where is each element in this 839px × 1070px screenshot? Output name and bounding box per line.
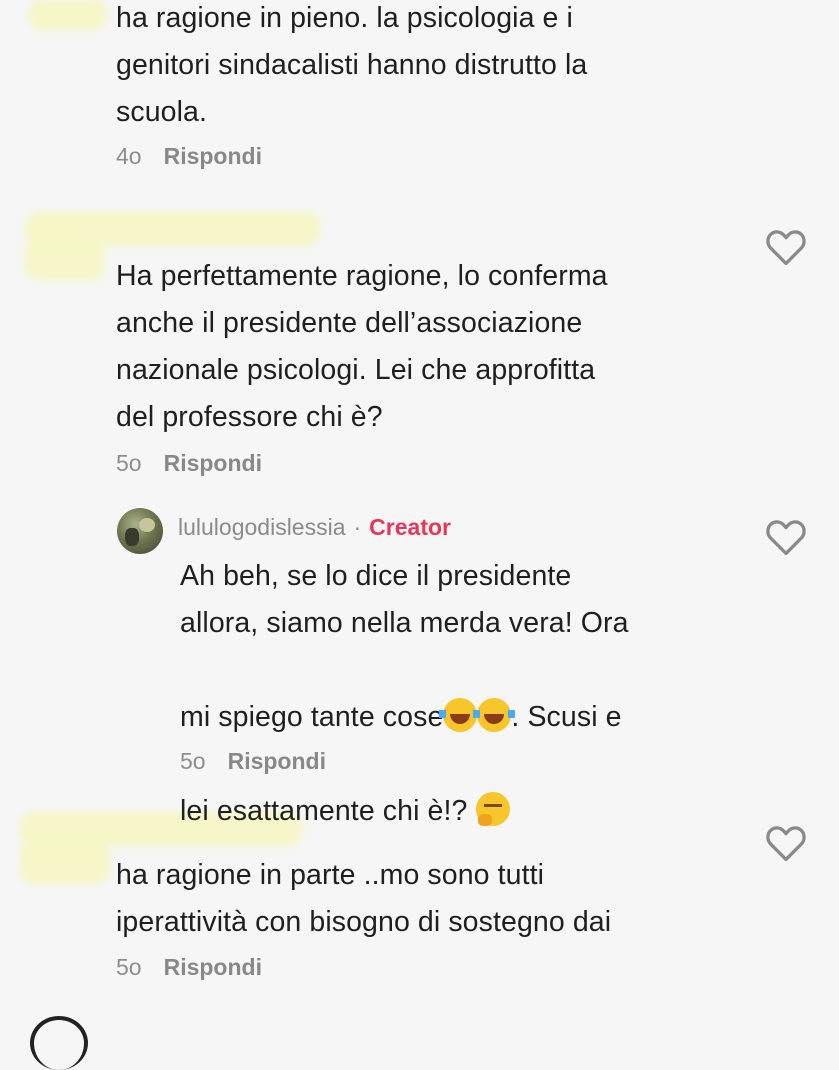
comment-line-text: lei esattamente chi è!? (180, 795, 476, 827)
redacted-avatar (25, 240, 105, 280)
comment-line-text: mi spiego tante cose (180, 701, 444, 733)
reply-button[interactable]: Rispondi (164, 954, 262, 981)
redacted-username (28, 0, 108, 30)
like-heart-icon[interactable] (765, 824, 807, 862)
comment-2: Ha perfettamente ragione, lo conferma an… (116, 253, 608, 441)
comment-line: allora, siamo nella merda vera! Ora (180, 607, 629, 639)
reply-button[interactable]: Rispondi (228, 748, 326, 775)
comment-line: Ah beh, se lo dice il presidente (180, 560, 572, 592)
comment-time: 4o (116, 143, 142, 169)
comment-text: ha ragione in pieno. la psicologia e i g… (116, 2, 588, 128)
comment-1: ha ragione in pieno. la psicologia e i g… (116, 0, 587, 136)
next-comment-avatar (30, 1016, 88, 1070)
comment-meta: 5o Rispondi (116, 450, 262, 477)
comment-meta: 4o Rispondi (116, 143, 262, 170)
avatar[interactable] (117, 508, 163, 554)
comment-time: 5o (180, 748, 206, 774)
redacted-avatar (20, 840, 110, 884)
reply-header: lululogodislessia · Creator (178, 514, 451, 541)
comment-3: Ah beh, se lo dice il presidente allora,… (180, 553, 629, 835)
reply-button[interactable]: Rispondi (164, 450, 262, 477)
comment-time: 5o (116, 450, 142, 476)
laugh-emoji-icon (439, 698, 482, 732)
comment-text: Ha perfettamente ragione, lo conferma an… (116, 260, 608, 433)
laugh-emoji-icon (473, 698, 516, 732)
thinking-emoji-icon (475, 792, 510, 826)
comment-4: ha ragione in parte ..mo sono tutti iper… (116, 852, 611, 946)
reply-button[interactable]: Rispondi (164, 143, 262, 170)
like-heart-icon[interactable] (765, 518, 807, 556)
comment-meta: 5o Rispondi (116, 954, 262, 981)
comment-text: ha ragione in parte ..mo sono tutti iper… (116, 859, 612, 938)
comment-time: 5o (116, 954, 142, 980)
like-heart-icon[interactable] (765, 228, 807, 266)
username[interactable]: lululogodislessia (178, 514, 346, 541)
comment-line: mi spiego tante cose . Scusi e (180, 647, 629, 741)
comment-meta: 5o Rispondi (180, 748, 326, 775)
separator: · (353, 514, 362, 540)
comment-line-text: . Scusi e (511, 701, 622, 733)
creator-badge: Creator (369, 514, 451, 540)
